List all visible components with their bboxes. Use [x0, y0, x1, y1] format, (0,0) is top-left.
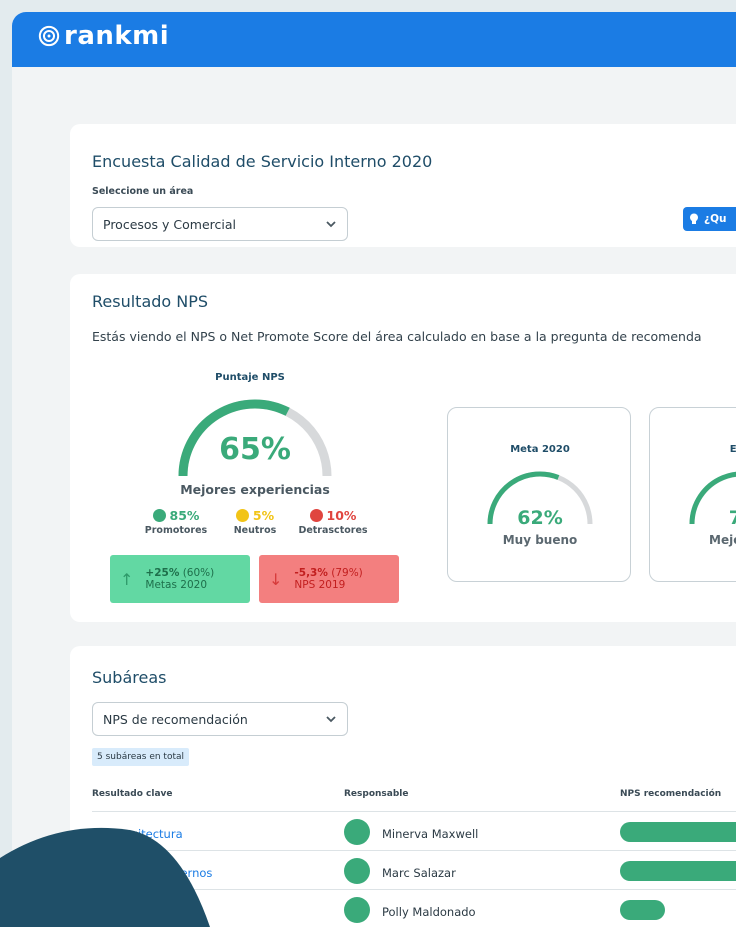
subareas-card: Subáreas NPS de recomendación 5 subáreas…	[70, 646, 736, 927]
app-window: rankmi Encuesta Calidad de Servicio Inte…	[12, 12, 736, 927]
metric-select-value: NPS de recomendación	[103, 712, 248, 727]
delta-goal: ↑ +25% (60%) Metas 2020	[110, 555, 250, 603]
arrow-up-icon: ↑	[120, 569, 134, 589]
subareas-count-badge: 5 subáreas en total	[92, 748, 189, 766]
detractors-value: 10%	[326, 508, 357, 523]
score-title: Puntaje NPS	[215, 372, 285, 383]
metric-select[interactable]: NPS de recomendación	[92, 702, 348, 736]
neutral-face-icon	[235, 509, 249, 522]
delta-previous-change: -5,3%	[294, 567, 328, 579]
rankmi-logo-icon	[38, 25, 60, 47]
goal-caption: Muy bueno	[502, 533, 578, 547]
nps-card: Resultado NPS Estás viendo el NPS o Net …	[70, 274, 736, 622]
brand-name: rankmi	[64, 21, 170, 51]
goal-title: Meta 2020	[510, 444, 570, 455]
top-bar: rankmi	[12, 12, 736, 67]
row-divider	[92, 811, 736, 812]
nps-bar	[620, 900, 665, 920]
row-name-link[interactable]: Calidad	[92, 905, 135, 919]
area-label: Seleccione un área	[92, 186, 194, 197]
delta-previous-base: (79%)	[331, 567, 363, 579]
col-responsible: Responsable	[344, 789, 409, 799]
nps-bar	[620, 822, 736, 842]
detractors-label: Detrasctores	[298, 525, 368, 536]
col-nps: NPS recomendación	[620, 789, 722, 799]
subareas-title: Subáreas	[92, 668, 167, 687]
goal-card: Meta 2020 62% Muy bueno	[447, 407, 631, 582]
neutrals-value: 5%	[252, 508, 275, 523]
survey-card: Encuesta Calidad de Servicio Interno 202…	[70, 124, 736, 247]
promoters-value: 85%	[169, 508, 200, 523]
sad-face-icon	[309, 509, 323, 522]
promoters-label: Promotores	[144, 525, 208, 536]
score-caption: Mejores experiencias	[180, 482, 330, 497]
row-name-link[interactable]: R3 Arquitectura	[92, 827, 183, 841]
delta-goal-change: +25%	[145, 567, 180, 579]
col-key-result: Resultado clave	[92, 789, 173, 799]
row-divider	[92, 889, 736, 890]
goal-value: 62%	[517, 507, 563, 529]
score-value: 65%	[219, 432, 291, 467]
nps-description: Estás viendo el NPS o Net Promote Score …	[92, 329, 702, 344]
company-card: Emp 75 Mejores e	[649, 407, 736, 582]
row-responsible: Minerva Maxwell	[382, 827, 479, 841]
row-responsible: Marc Salazar	[382, 866, 456, 880]
chevron-down-icon	[326, 221, 336, 228]
row-responsible: Polly Maldonado	[382, 905, 476, 919]
company-title: Emp	[729, 444, 736, 455]
company-value: 75	[728, 507, 736, 529]
avatar	[344, 858, 370, 884]
row-divider	[92, 850, 736, 851]
delta-previous: ↓ -5,3% (79%) NPS 2019	[259, 555, 399, 603]
area-select[interactable]: Procesos y Comercial	[92, 207, 348, 241]
help-button[interactable]: ¿Qu	[683, 207, 736, 231]
happy-face-icon	[152, 509, 166, 522]
avatar	[344, 897, 370, 923]
neutrals-label: Neutros	[233, 525, 277, 536]
promoters-stat: 85% Promotores	[136, 508, 216, 536]
brand-logo[interactable]: rankmi	[38, 21, 169, 51]
area-select-value: Procesos y Comercial	[103, 217, 236, 232]
nps-bar	[620, 861, 736, 881]
help-button-label: ¿Qu	[704, 213, 727, 225]
arrow-down-icon: ↓	[269, 569, 283, 589]
delta-previous-label: NPS 2019	[294, 579, 346, 591]
neutrals-stat: 5% Neutros	[220, 508, 290, 536]
survey-title: Encuesta Calidad de Servicio Interno 202…	[92, 152, 433, 171]
company-caption: Mejores e	[709, 533, 736, 547]
row-name-link[interactable]: R3 Procesos Internos	[92, 866, 212, 880]
nps-section-title: Resultado NPS	[92, 292, 209, 311]
chevron-down-icon	[326, 716, 336, 723]
lightbulb-icon	[690, 213, 698, 224]
avatar	[344, 819, 370, 845]
detractors-stat: 10% Detrasctores	[288, 508, 378, 536]
delta-goal-base: (60%)	[182, 567, 215, 579]
delta-goal-label: Metas 2020	[145, 579, 208, 591]
